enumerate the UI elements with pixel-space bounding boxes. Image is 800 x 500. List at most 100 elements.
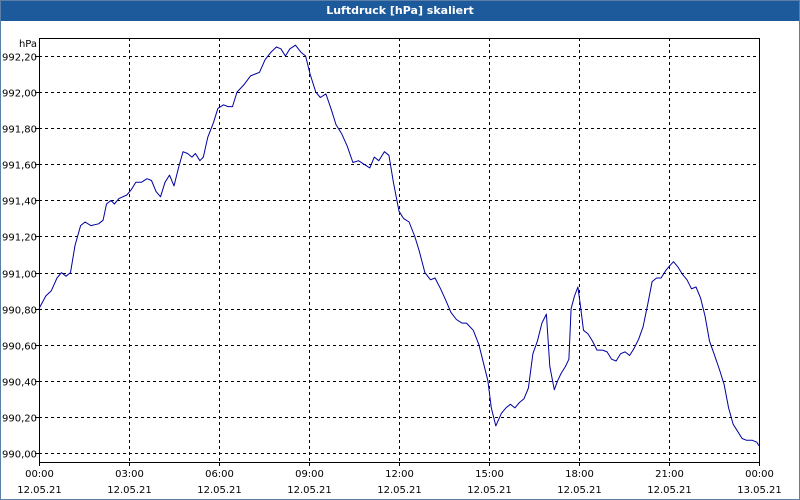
x-tick-date: 12.05.21 xyxy=(647,485,692,496)
data-point xyxy=(568,359,569,360)
data-point xyxy=(629,355,630,356)
data-point xyxy=(691,288,692,289)
data-point xyxy=(207,137,208,138)
data-point xyxy=(713,353,714,354)
data-point xyxy=(673,261,674,262)
data-point xyxy=(686,279,687,280)
data-point xyxy=(103,220,104,221)
data-point xyxy=(652,281,653,282)
data-point xyxy=(647,304,648,305)
data-point xyxy=(250,75,251,76)
data-point xyxy=(565,366,566,367)
data-point xyxy=(483,362,484,363)
data-point xyxy=(178,167,179,168)
data-point xyxy=(223,104,224,105)
data-point xyxy=(571,308,572,309)
chart-plot: 990,00 990,20 990,40 990,60 990,80 991,00 991,… xyxy=(2,38,782,496)
data-point xyxy=(265,59,266,60)
data-point xyxy=(259,72,260,73)
data-point xyxy=(203,157,204,158)
data-point xyxy=(587,333,588,334)
data-point xyxy=(74,245,75,246)
y-tick-label: 990,40 xyxy=(2,378,37,389)
y-tick-label: 991,80 xyxy=(2,125,37,136)
data-point xyxy=(466,323,467,324)
data-point xyxy=(440,288,441,289)
data-point xyxy=(661,277,662,278)
data-point xyxy=(596,350,597,351)
data-point xyxy=(335,124,336,125)
data-point xyxy=(98,223,99,224)
data-point xyxy=(118,198,119,199)
y-tick-label: 991,20 xyxy=(2,233,37,244)
x-tick-time: 18:00 xyxy=(565,469,594,480)
data-point xyxy=(611,359,612,360)
data-point xyxy=(160,196,161,197)
x-tick-date: 12.05.21 xyxy=(17,485,62,496)
data-point xyxy=(374,157,375,158)
data-point xyxy=(409,221,410,222)
data-point xyxy=(670,265,671,266)
data-point xyxy=(695,286,696,287)
data-point xyxy=(364,164,365,165)
data-point xyxy=(634,348,635,349)
data-point xyxy=(182,151,183,152)
y-tick-label: 990,00 xyxy=(2,450,37,461)
data-point xyxy=(742,438,743,439)
data-point xyxy=(557,380,558,381)
data-point xyxy=(38,308,39,309)
data-point xyxy=(191,157,192,158)
data-point xyxy=(305,55,306,56)
x-tick-date: 13.05.21 xyxy=(737,485,782,496)
x-tick-time: 03:00 xyxy=(115,469,144,480)
data-point xyxy=(704,315,705,316)
data-point xyxy=(554,389,555,390)
data-point xyxy=(602,350,603,351)
data-point xyxy=(728,407,729,408)
data-point xyxy=(295,45,296,46)
data-point xyxy=(510,404,511,405)
data-point xyxy=(90,225,91,226)
data-point xyxy=(532,353,533,354)
data-point xyxy=(478,344,479,345)
y-tick-label: 991,60 xyxy=(2,161,37,172)
data-point xyxy=(280,48,281,49)
data-point xyxy=(546,314,547,315)
data-point xyxy=(110,200,111,201)
data-point xyxy=(227,106,228,107)
data-point xyxy=(430,279,431,280)
data-point xyxy=(169,175,170,176)
data-point xyxy=(70,272,71,273)
x-tick-date: 12.05.21 xyxy=(467,485,512,496)
data-point xyxy=(505,407,506,408)
data-point xyxy=(236,92,237,93)
y-tick-label: 992,00 xyxy=(2,89,37,100)
data-point xyxy=(146,178,147,179)
data-point xyxy=(131,189,132,190)
data-point xyxy=(501,413,502,414)
x-tick-date: 12.05.21 xyxy=(107,485,152,496)
data-point xyxy=(187,153,188,154)
x-tick-time: 09:00 xyxy=(295,469,324,480)
y-tick-label: 992,20 xyxy=(2,53,37,64)
x-tick-date: 12.05.21 xyxy=(287,485,332,496)
data-point xyxy=(625,351,626,352)
data-point xyxy=(289,48,290,49)
data-point xyxy=(403,218,404,219)
data-point xyxy=(434,277,435,278)
data-point xyxy=(592,341,593,342)
data-point xyxy=(151,180,152,181)
x-tick-date: 12.05.21 xyxy=(557,485,602,496)
data-point xyxy=(752,440,753,441)
data-point xyxy=(301,52,302,53)
data-point xyxy=(243,84,244,85)
data-point xyxy=(665,270,666,271)
data-point xyxy=(414,236,415,237)
data-point xyxy=(114,203,115,204)
data-point xyxy=(682,274,683,275)
data-point xyxy=(616,360,617,361)
data-point xyxy=(398,211,399,212)
y-tick-label: 991,40 xyxy=(2,197,37,208)
data-point xyxy=(514,407,515,408)
data-point xyxy=(325,93,326,94)
